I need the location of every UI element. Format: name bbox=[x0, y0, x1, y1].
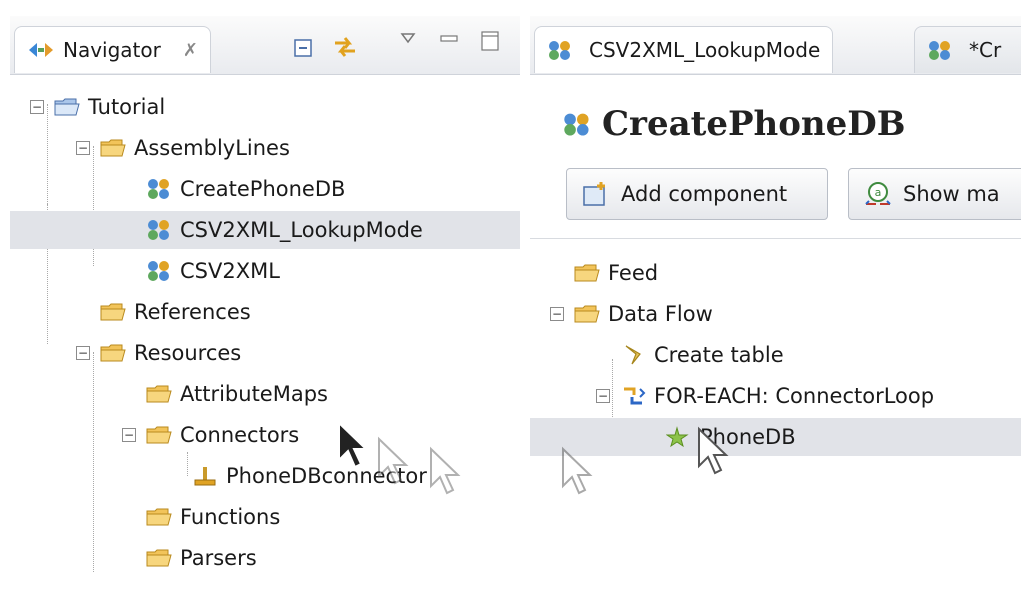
tree-item-create-table[interactable]: Create table bbox=[530, 336, 1021, 374]
mouse-cursor-icon bbox=[430, 446, 461, 495]
tree-item-assemblylines[interactable]: − AssemblyLines bbox=[10, 129, 520, 167]
assembly-line-icon bbox=[564, 113, 589, 136]
folder-icon bbox=[100, 303, 126, 321]
mouse-cursor-icon bbox=[698, 426, 729, 475]
navigator-tab-bar: Navigator ✗ bbox=[10, 16, 520, 75]
folder-icon bbox=[100, 139, 126, 157]
new-component-icon bbox=[666, 426, 689, 448]
tree-item-functions[interactable]: Functions bbox=[10, 498, 520, 536]
folder-icon bbox=[146, 426, 172, 444]
editor-separator bbox=[530, 238, 1021, 239]
navigator-view: Navigator ✗ − Tutorial − AssemblyLines Creat… bbox=[10, 8, 520, 594]
assembly-line-icon bbox=[148, 261, 169, 281]
collapse-toggle[interactable]: − bbox=[30, 100, 44, 114]
tab-navigator[interactable]: Navigator ✗ bbox=[14, 26, 211, 73]
assembly-line-icon bbox=[929, 41, 950, 60]
collapse-all-icon[interactable] bbox=[293, 38, 313, 58]
tab-csv2xml-lookupmode[interactable]: CSV2XML_LookupMode bbox=[534, 26, 834, 73]
mouse-cursor-icon bbox=[338, 420, 369, 469]
collapse-toggle[interactable]: − bbox=[122, 428, 136, 442]
tree-item-label: Create table bbox=[654, 343, 784, 367]
tree-item-csv2xml-lookupmode[interactable]: CSV2XML_LookupMode bbox=[10, 211, 520, 249]
tree-item-label: Tutorial bbox=[88, 95, 166, 119]
add-component-label: Add component bbox=[621, 182, 788, 206]
project-folder-icon bbox=[54, 98, 80, 116]
tree-item-feed[interactable]: Feed bbox=[530, 254, 1021, 292]
view-menu-icon[interactable] bbox=[400, 32, 416, 44]
folder-icon bbox=[574, 264, 600, 282]
editor-title: CreatePhoneDB bbox=[562, 104, 906, 144]
tree-item-resources[interactable]: − Resources bbox=[10, 334, 520, 372]
assembly-line-icon bbox=[148, 220, 169, 240]
tree-item-label: CSV2XML bbox=[180, 259, 280, 283]
folder-icon bbox=[100, 344, 126, 362]
folder-icon bbox=[146, 385, 172, 403]
navigator-icon bbox=[29, 43, 53, 57]
tree-item-attributemaps[interactable]: AttributeMaps bbox=[10, 375, 520, 413]
folder-icon bbox=[146, 549, 172, 567]
mouse-cursor-icon bbox=[378, 436, 409, 485]
editor-tab-bar: CSV2XML_LookupMode *Cr bbox=[530, 16, 1021, 75]
tab-label: *Cr bbox=[969, 38, 1002, 62]
show-mapping-button[interactable]: a Show ma bbox=[848, 168, 1021, 220]
mouse-cursor-icon bbox=[562, 446, 593, 495]
tree-item-references[interactable]: References bbox=[10, 293, 520, 331]
tree-item-label: Data Flow bbox=[608, 302, 713, 326]
tree-item-label: References bbox=[134, 300, 251, 324]
minimize-icon[interactable] bbox=[440, 34, 458, 44]
tree-item-csv2xml[interactable]: CSV2XML bbox=[10, 252, 520, 290]
add-component-icon bbox=[583, 182, 605, 206]
tree-item-tutorial[interactable]: − Tutorial bbox=[10, 88, 520, 126]
tree-item-label: Parsers bbox=[180, 546, 257, 570]
tree-item-label: AssemblyLines bbox=[134, 136, 290, 160]
tab-label: CSV2XML_LookupMode bbox=[589, 38, 821, 62]
loop-icon bbox=[624, 387, 646, 405]
collapse-toggle[interactable]: − bbox=[76, 346, 90, 360]
add-component-button[interactable]: Add component bbox=[566, 168, 828, 220]
assemblyline-tree[interactable]: Feed − Data Flow Create table − FOR-EACH: Con… bbox=[530, 244, 1021, 594]
tree-fade bbox=[10, 572, 520, 594]
connector-icon bbox=[194, 467, 216, 486]
tree-item-label: Resources bbox=[134, 341, 242, 365]
svg-text:a: a bbox=[875, 186, 882, 199]
collapse-toggle[interactable]: − bbox=[596, 389, 610, 403]
editor-view: CSV2XML_LookupMode *Cr CreatePhoneDB Add… bbox=[530, 8, 1021, 594]
tree-item-label: CreatePhoneDB bbox=[180, 177, 346, 201]
close-icon[interactable]: ✗ bbox=[183, 40, 198, 61]
show-mapping-icon: a bbox=[865, 182, 891, 205]
tree-item-label: Feed bbox=[608, 261, 659, 285]
tab-createphonedb[interactable]: *Cr bbox=[914, 26, 1021, 73]
navigator-tree[interactable]: − Tutorial − AssemblyLines CreatePhoneDB CSV2… bbox=[10, 74, 520, 594]
folder-icon bbox=[574, 305, 600, 323]
show-mapping-label: Show ma bbox=[903, 182, 1000, 206]
tab-navigator-label: Navigator bbox=[63, 38, 161, 62]
tree-item-label: CSV2XML_LookupMode bbox=[180, 218, 423, 242]
collapse-toggle[interactable]: − bbox=[76, 141, 90, 155]
tree-item-label: Connectors bbox=[180, 423, 300, 447]
assembly-line-icon bbox=[549, 41, 570, 60]
tree-item-for-each-connectorloop[interactable]: − FOR-EACH: ConnectorLoop bbox=[530, 377, 1021, 415]
tree-item-label: AttributeMaps bbox=[180, 382, 328, 406]
assembly-line-icon bbox=[148, 179, 169, 199]
tree-item-data-flow[interactable]: − Data Flow bbox=[530, 295, 1021, 333]
script-icon bbox=[625, 345, 641, 365]
tree-item-createphonedb[interactable]: CreatePhoneDB bbox=[10, 170, 520, 208]
editor-title-text: CreatePhoneDB bbox=[602, 104, 906, 144]
tree-item-label: FOR-EACH: ConnectorLoop bbox=[654, 384, 935, 408]
folder-icon bbox=[146, 508, 172, 526]
maximize-icon[interactable] bbox=[480, 30, 500, 52]
tree-item-label: Functions bbox=[180, 505, 281, 529]
collapse-toggle[interactable]: − bbox=[550, 307, 564, 321]
link-with-editor-icon[interactable] bbox=[332, 34, 358, 60]
tree-item-phonedb[interactable]: PhoneDB bbox=[530, 418, 1021, 456]
